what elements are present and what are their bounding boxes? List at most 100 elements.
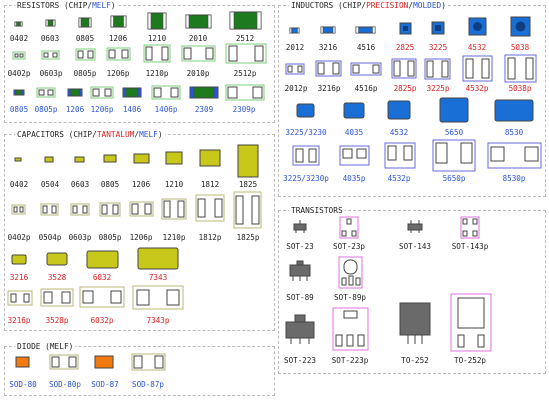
part-label: 1812 bbox=[200, 180, 220, 189]
part-label: SOT-23p bbox=[332, 242, 366, 251]
part-label: 1206 bbox=[108, 34, 128, 43]
part-label: 3216 bbox=[9, 273, 29, 282]
resistors-title: RESISTORS (CHIP/MELF) bbox=[15, 1, 118, 11]
section-title-part: ) bbox=[157, 130, 163, 139]
part-label: SOD-80 bbox=[9, 380, 37, 389]
part-label: 1206 bbox=[65, 105, 85, 114]
part-label: 1210p bbox=[145, 69, 169, 78]
part-label: 0504p bbox=[38, 233, 62, 242]
part-label: 1825 bbox=[238, 180, 258, 189]
capacitors-title: CAPACITORS (CHIP/TANTALUM/MELF) bbox=[15, 130, 165, 140]
part-label: 3225/3230 bbox=[285, 128, 327, 137]
part-label: 1812p bbox=[198, 233, 222, 242]
part-label: 2309 bbox=[194, 105, 214, 114]
part-label: 0402p bbox=[7, 69, 31, 78]
part-label: 8530p bbox=[502, 174, 526, 183]
part-label: SOD-87p bbox=[131, 380, 165, 389]
section-title-part: ) bbox=[110, 1, 116, 10]
part-label: 2010p bbox=[186, 69, 210, 78]
part-label: 4035p bbox=[342, 174, 366, 183]
part-label: 1206 bbox=[131, 180, 151, 189]
section-title-part: DIODE (MELF) bbox=[17, 342, 74, 351]
part-label: 2010 bbox=[188, 34, 208, 43]
part-label: 2825p bbox=[393, 84, 417, 93]
part-label: SOT-143 bbox=[398, 242, 432, 251]
part-label: 7343p bbox=[146, 316, 170, 325]
part-label: 3216p bbox=[7, 316, 31, 325]
part-label: 3528 bbox=[47, 273, 67, 282]
part-label: 4516p bbox=[354, 84, 378, 93]
part-label: 4532p bbox=[387, 174, 411, 183]
part-label: 0402p bbox=[7, 233, 31, 242]
part-label: 5650 bbox=[444, 128, 464, 137]
part-label: 2012p bbox=[284, 84, 308, 93]
part-label: SOT-143p bbox=[451, 242, 489, 251]
part-label: 0504 bbox=[40, 180, 60, 189]
part-label: 2512p bbox=[233, 69, 257, 78]
part-label: 1210p bbox=[162, 233, 186, 242]
part-label: 1206p bbox=[106, 69, 130, 78]
part-label: 3216p bbox=[317, 84, 341, 93]
part-label: 0603 bbox=[70, 180, 90, 189]
part-label: 1206p bbox=[129, 233, 153, 242]
part-label: 8530 bbox=[504, 128, 524, 137]
part-label: SOT-89p bbox=[333, 293, 367, 302]
part-label: TO-252p bbox=[453, 356, 487, 365]
part-label: 5038 bbox=[510, 43, 530, 52]
part-label: 0603 bbox=[40, 34, 60, 43]
part-label: 5650p bbox=[442, 174, 466, 183]
part-label: 1210 bbox=[147, 34, 167, 43]
section-title-part: MELF bbox=[139, 130, 158, 139]
part-label: 3225 bbox=[428, 43, 448, 52]
part-label: 0402 bbox=[9, 180, 29, 189]
section-title-part: MELF bbox=[92, 1, 111, 10]
part-label: 2309p bbox=[232, 105, 256, 114]
part-label: 1406p bbox=[154, 105, 178, 114]
part-label: SOT-223p bbox=[331, 356, 369, 365]
part-label: 2512 bbox=[235, 34, 255, 43]
part-label: 3225p bbox=[426, 84, 450, 93]
part-label: 1206p bbox=[90, 105, 114, 114]
section-title-part: PRECISION bbox=[366, 1, 409, 10]
inductors-title: INDUCTORS (CHIP/PRECISION/MOLDED) bbox=[289, 1, 448, 11]
part-label: 2825 bbox=[395, 43, 415, 52]
part-label: 5038p bbox=[508, 84, 532, 93]
part-label: 0805 bbox=[9, 105, 29, 114]
section-title-part: MOLDED bbox=[413, 1, 442, 10]
part-label: SOT-89 bbox=[286, 293, 314, 302]
part-label: SOT-23 bbox=[286, 242, 314, 251]
section-title-part: ) bbox=[441, 1, 446, 10]
diode-title: DIODE (MELF) bbox=[15, 342, 76, 352]
part-label: 4035 bbox=[344, 128, 364, 137]
part-label: 1406 bbox=[122, 105, 142, 114]
part-label: 4532 bbox=[389, 128, 409, 137]
part-label: 0402 bbox=[9, 34, 29, 43]
part-label: 0805p bbox=[98, 233, 122, 242]
part-label: 4532p bbox=[465, 84, 489, 93]
part-label: 7343 bbox=[148, 273, 168, 282]
part-label: 0805 bbox=[75, 34, 95, 43]
part-label: 3225/3230p bbox=[283, 174, 329, 183]
transistors-title: TRANSISTORS bbox=[289, 206, 345, 216]
part-label: 0805p bbox=[73, 69, 97, 78]
part-label: SOT-223 bbox=[283, 356, 317, 365]
section-title-part: INDUCTORS (CHIP/ bbox=[291, 1, 367, 10]
part-label: 1210 bbox=[164, 180, 184, 189]
inductors-panel: INDUCTORS (CHIP/PRECISION/MOLDED) bbox=[278, 1, 546, 197]
part-label: 3216 bbox=[318, 43, 338, 52]
part-label: 0805 bbox=[100, 180, 120, 189]
part-label: 6032 bbox=[92, 273, 112, 282]
part-label: 4532 bbox=[467, 43, 487, 52]
section-title-part: TRANSISTORS bbox=[291, 206, 343, 215]
part-label: 4516 bbox=[356, 43, 376, 52]
section-title-part: CAPACITORS (CHIP/ bbox=[17, 130, 97, 139]
part-label: 1825p bbox=[236, 233, 260, 242]
part-label: 6032p bbox=[90, 316, 114, 325]
part-label: 0603p bbox=[39, 69, 63, 78]
part-label: 2012 bbox=[285, 43, 305, 52]
part-label: SOD-87 bbox=[91, 380, 119, 389]
part-label: SOD-80p bbox=[48, 380, 82, 389]
part-label: TO-252 bbox=[401, 356, 429, 365]
part-label: 0603p bbox=[68, 233, 92, 242]
part-label: 0805p bbox=[34, 105, 58, 114]
